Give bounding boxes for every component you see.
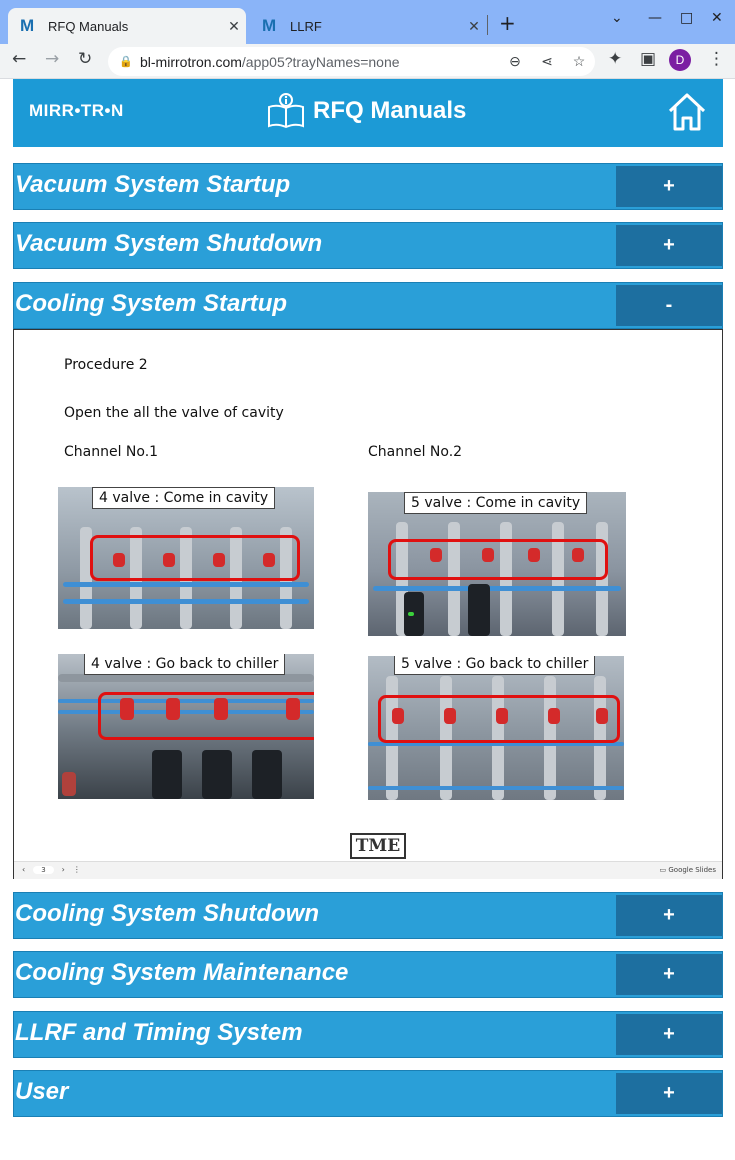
new-tab-button[interactable]: + [499, 11, 516, 35]
reload-icon[interactable]: ↻ [78, 49, 92, 69]
valve-photo-ch2-out: 5 valve : Go back to chiller [368, 656, 624, 800]
close-tab-icon[interactable]: ✕ [462, 18, 486, 35]
side-panel-icon[interactable]: ▣ [640, 49, 656, 69]
instruction-text: Open the all the valve of cavity [64, 405, 284, 421]
bookmark-star-icon[interactable]: ☆ [563, 53, 595, 70]
embedded-slides-panel: Procedure 2 Open the all the valve of ca… [13, 329, 723, 879]
accordion-cooling-startup[interactable]: Cooling System Startup - [13, 282, 723, 329]
highlight-ring [388, 539, 608, 580]
page-number[interactable]: 3 [33, 865, 54, 874]
accordion-llrf-timing[interactable]: LLRF and Timing System + [13, 1011, 723, 1058]
accordion-user[interactable]: User + [13, 1070, 723, 1117]
extensions-icon[interactable]: ✦ [608, 49, 622, 69]
close-tab-icon[interactable]: ✕ [222, 18, 246, 35]
minimize-icon[interactable]: — [648, 10, 662, 26]
caption: 4 valve : Go back to chiller [84, 654, 286, 675]
channel-2-label: Channel No.2 [368, 444, 463, 460]
slide-menu-icon[interactable]: ⋮ [73, 865, 81, 874]
prev-slide-icon[interactable]: ‹ [22, 865, 25, 874]
channel-1-label: Channel No.1 [64, 444, 159, 460]
maximize-icon[interactable]: □ [680, 10, 693, 26]
tab-llrf[interactable]: M LLRF ✕ [250, 8, 486, 44]
home-icon[interactable] [667, 91, 707, 133]
valve-photo-ch1-out: 4 valve : Go back to chiller [58, 654, 314, 799]
caption: 4 valve : Come in cavity [92, 487, 276, 509]
mirrotron-logo: MIRR•TR•N [29, 101, 124, 120]
next-slide-icon[interactable]: › [62, 865, 65, 874]
favicon-icon: M [20, 16, 35, 35]
caption: 5 valve : Go back to chiller [394, 656, 596, 675]
tab-title: LLRF [290, 18, 322, 34]
browser-toolbar: ← → ↻ 🔒 bl-mirrotron.com/app05?trayNames… [0, 44, 735, 79]
section-title: Cooling System Maintenance [15, 959, 349, 986]
caption: 5 valve : Come in cavity [404, 492, 588, 514]
accordion-vacuum-startup[interactable]: Vacuum System Startup + [13, 163, 723, 210]
tab-separator [487, 15, 488, 35]
tab-search-chevron-icon[interactable]: ⌄ [611, 10, 623, 26]
address-bar[interactable]: 🔒 bl-mirrotron.com/app05?trayNames=none … [108, 47, 595, 76]
tme-logo: TME [350, 833, 406, 859]
favicon-icon: M [262, 16, 277, 35]
zoom-icon[interactable]: ⊖ [499, 53, 531, 70]
close-window-icon[interactable]: ✕ [711, 10, 723, 26]
expand-button[interactable]: + [616, 895, 722, 936]
section-title: Cooling System Shutdown [15, 900, 319, 927]
url-text: bl-mirrotron.com/app05?trayNames=none [140, 53, 400, 70]
procedure-label: Procedure 2 [64, 357, 148, 373]
accordion-cooling-shutdown[interactable]: Cooling System Shutdown + [13, 892, 723, 939]
section-title: LLRF and Timing System [15, 1019, 303, 1046]
expand-button[interactable]: + [616, 1073, 722, 1114]
menu-icon[interactable]: ⋮ [708, 49, 725, 69]
app-header: MIRR•TR•N RFQ Manuals [13, 79, 723, 147]
highlight-ring [90, 535, 300, 581]
expand-button[interactable]: + [616, 225, 722, 266]
expand-button[interactable]: + [616, 954, 722, 995]
slides-controls: ‹ 3 › ⋮ ▭ Google Slides [14, 861, 722, 879]
google-slides-link[interactable]: ▭ Google Slides [660, 866, 716, 874]
section-title: Vacuum System Startup [15, 171, 291, 198]
profile-avatar[interactable]: D [669, 49, 691, 71]
section-title: Vacuum System Shutdown [15, 230, 323, 257]
valve-photo-ch1-in: 4 valve : Come in cavity [58, 487, 314, 629]
section-title: User [15, 1078, 69, 1105]
page-title: RFQ Manuals [267, 93, 466, 129]
section-title: Cooling System Startup [15, 290, 288, 317]
back-icon[interactable]: ← [12, 49, 26, 69]
share-icon[interactable]: ⋖ [531, 53, 563, 70]
tab-rfq-manuals[interactable]: M RFQ Manuals ✕ [8, 8, 246, 44]
browser-tab-bar: M RFQ Manuals ✕ M LLRF ✕ + ⌄ — □ ✕ [0, 0, 735, 44]
slide: Procedure 2 Open the all the valve of ca… [14, 330, 722, 860]
collapse-button[interactable]: - [616, 285, 722, 326]
tab-title: RFQ Manuals [48, 18, 129, 34]
page-title-text: RFQ Manuals [313, 97, 467, 124]
highlight-ring [98, 692, 314, 740]
accordion-vacuum-shutdown[interactable]: Vacuum System Shutdown + [13, 222, 723, 269]
manual-icon [268, 93, 304, 129]
lock-icon[interactable]: 🔒 [112, 55, 140, 68]
forward-icon[interactable]: → [45, 49, 59, 69]
expand-button[interactable]: + [616, 166, 722, 207]
highlight-ring [378, 695, 620, 743]
expand-button[interactable]: + [616, 1014, 722, 1055]
accordion-cooling-maintenance[interactable]: Cooling System Maintenance + [13, 951, 723, 998]
slide-nav: ‹ 3 › ⋮ [22, 865, 81, 874]
valve-photo-ch2-in: 5 valve : Come in cavity [368, 492, 626, 636]
